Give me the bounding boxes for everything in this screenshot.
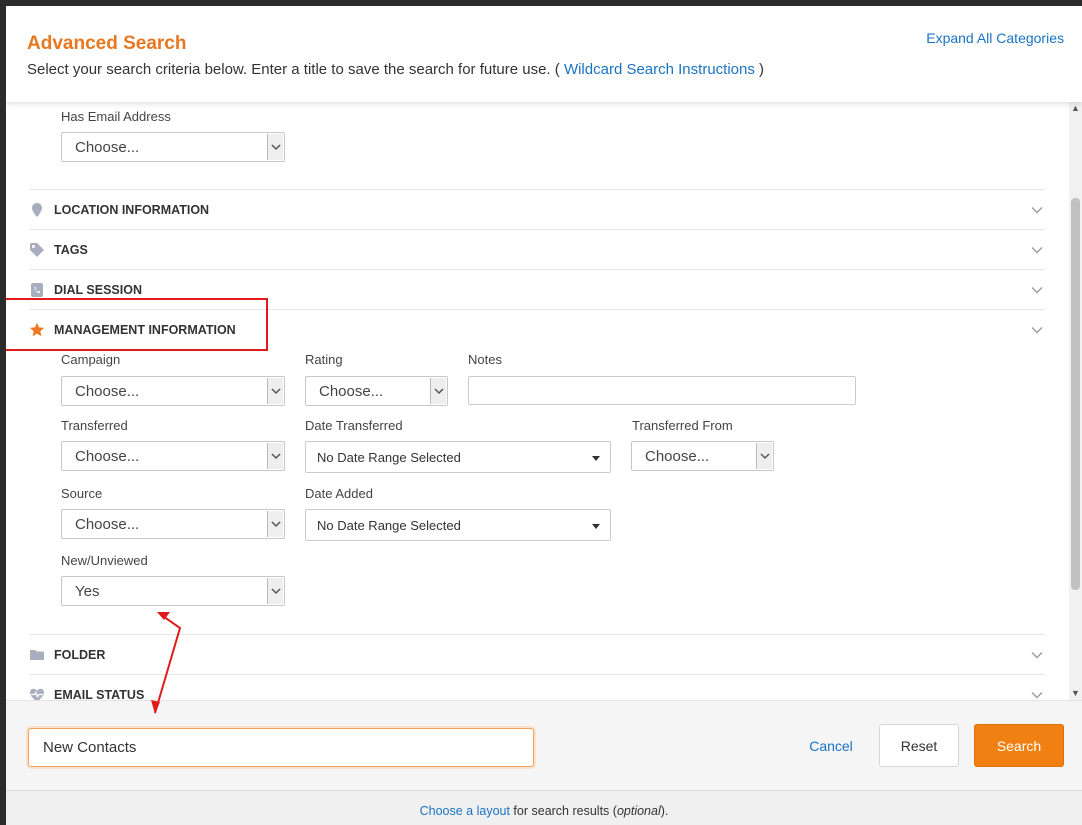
- date-added-picker[interactable]: No Date Range Selected: [305, 509, 611, 541]
- choose-layout-link[interactable]: Choose a layout: [420, 804, 510, 818]
- source-label: Source: [61, 486, 103, 501]
- date-transferred-label: Date Transferred: [305, 418, 403, 433]
- advanced-search-dialog: Advanced Search Select your search crite…: [6, 6, 1082, 825]
- transferred-from-label: Transferred From: [632, 418, 733, 433]
- chevron-down-icon: [267, 378, 283, 404]
- new-unviewed-select[interactable]: Yes: [61, 576, 285, 606]
- layout-bar: Choose a layout for search results (opti…: [6, 790, 1082, 825]
- notes-label: Notes: [468, 352, 502, 367]
- new-unviewed-select-value: Yes: [75, 583, 100, 600]
- rating-select-value: Choose...: [319, 383, 384, 400]
- caret-down-icon: [592, 524, 600, 529]
- source-select-value: Choose...: [75, 516, 140, 533]
- email-select[interactable]: Choose...: [61, 132, 285, 162]
- transferred-label: Transferred: [61, 418, 128, 433]
- heartbeat-icon: [29, 687, 45, 700]
- chevron-down-icon: [267, 443, 283, 469]
- date-added-value: No Date Range Selected: [317, 518, 461, 533]
- chevron-down-icon[interactable]: [1030, 243, 1044, 257]
- caret-down-icon: [592, 456, 600, 461]
- reset-button[interactable]: Reset: [879, 724, 959, 767]
- date-transferred-picker[interactable]: No Date Range Selected: [305, 441, 611, 473]
- layout-text: for search results (: [509, 804, 617, 818]
- email-field-label: Has Email Address: [61, 109, 171, 124]
- chevron-down-icon[interactable]: [1030, 688, 1044, 700]
- scroll-down-arrow[interactable]: ▼: [1069, 687, 1082, 700]
- subtitle-close: ): [759, 61, 765, 78]
- dialog-subtitle: Select your search criteria below. Enter…: [27, 61, 764, 78]
- section-folder[interactable]: FOLDER: [29, 634, 1045, 674]
- folder-icon: [29, 647, 45, 663]
- campaign-label: Campaign: [61, 352, 121, 367]
- chevron-down-icon[interactable]: [1030, 203, 1044, 217]
- section-label: EMAIL STATUS: [54, 688, 145, 700]
- scroll-up-arrow[interactable]: ▲: [1069, 102, 1082, 115]
- phone-icon: [29, 282, 45, 298]
- criteria-scroll-area[interactable]: Has Email Address Choose... LOCATION INF…: [6, 102, 1082, 700]
- chevron-down-icon: [756, 443, 772, 469]
- vertical-scrollbar[interactable]: ▲ ▼: [1069, 102, 1082, 700]
- search-button[interactable]: Search: [974, 724, 1064, 767]
- transferred-from-select-value: Choose...: [645, 448, 710, 465]
- transferred-from-select[interactable]: Choose...: [631, 441, 774, 471]
- chevron-down-icon[interactable]: [1030, 283, 1044, 297]
- section-dial-session[interactable]: DIAL SESSION: [29, 269, 1045, 309]
- wildcard-instructions-link[interactable]: Wildcard Search Instructions: [564, 61, 755, 78]
- source-select[interactable]: Choose...: [61, 509, 285, 539]
- transferred-select-value: Choose...: [75, 448, 140, 465]
- chevron-down-icon: [267, 578, 283, 604]
- dialog-title: Advanced Search: [27, 33, 187, 54]
- section-tags[interactable]: TAGS: [29, 229, 1045, 269]
- notes-input[interactable]: [468, 376, 856, 405]
- date-transferred-value: No Date Range Selected: [317, 450, 461, 465]
- chevron-down-icon: [267, 511, 283, 537]
- rating-label: Rating: [305, 352, 343, 367]
- star-icon: [29, 322, 45, 338]
- section-label: FOLDER: [54, 648, 106, 662]
- section-email-status[interactable]: EMAIL STATUS: [29, 674, 1045, 700]
- dialog-header: Advanced Search Select your search crite…: [6, 6, 1082, 102]
- layout-text-end: ).: [660, 804, 669, 818]
- tag-icon: [29, 242, 45, 258]
- section-label: LOCATION INFORMATION: [54, 203, 210, 217]
- chevron-down-icon[interactable]: [1030, 323, 1044, 337]
- new-unviewed-label: New/Unviewed: [61, 553, 148, 568]
- chevron-down-icon: [430, 378, 446, 404]
- cancel-button[interactable]: Cancel: [793, 725, 869, 767]
- date-added-label: Date Added: [305, 486, 373, 501]
- scroll-thumb[interactable]: [1071, 198, 1080, 590]
- search-title-input[interactable]: [28, 728, 534, 767]
- campaign-select[interactable]: Choose...: [61, 376, 285, 406]
- chevron-down-icon[interactable]: [1030, 648, 1044, 662]
- section-label: MANAGEMENT INFORMATION: [54, 323, 236, 337]
- section-label: DIAL SESSION: [54, 283, 142, 297]
- expand-all-link[interactable]: Expand All Categories: [926, 30, 1064, 46]
- subtitle-text: Select your search criteria below. Enter…: [27, 61, 560, 78]
- map-pin-icon: [29, 202, 45, 218]
- section-location[interactable]: LOCATION INFORMATION: [29, 189, 1045, 229]
- transferred-select[interactable]: Choose...: [61, 441, 285, 471]
- campaign-select-value: Choose...: [75, 383, 140, 400]
- email-select-value: Choose...: [75, 139, 140, 156]
- optional-text: optional: [616, 804, 661, 818]
- rating-select[interactable]: Choose...: [305, 376, 448, 406]
- dialog-footer: Cancel Reset Search: [6, 700, 1082, 790]
- chevron-down-icon: [267, 134, 283, 160]
- section-label: TAGS: [54, 243, 88, 257]
- section-management[interactable]: MANAGEMENT INFORMATION: [29, 309, 1045, 349]
